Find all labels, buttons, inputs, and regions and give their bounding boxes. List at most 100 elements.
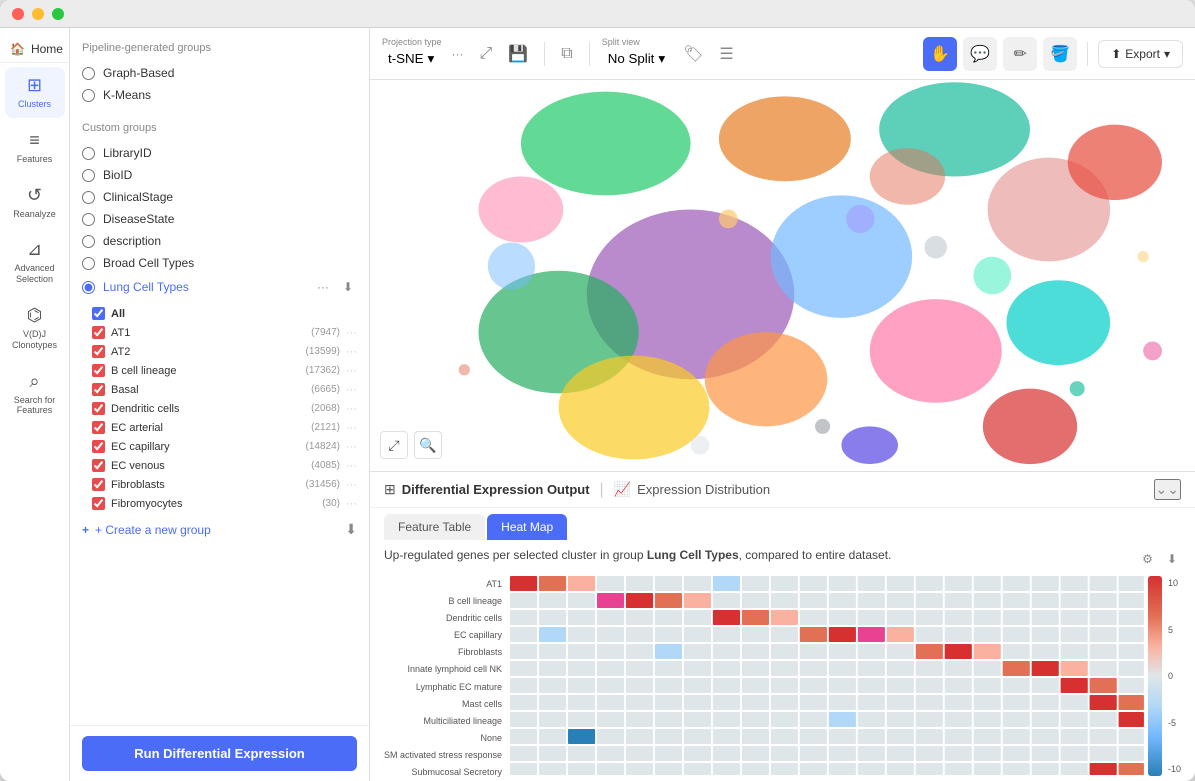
heatmap-header: Up-regulated genes per selected cluster … [384,548,1181,570]
label-submucosal: Submucosal Secretory [384,768,502,777]
fibromyocytes-options[interactable]: ··· [346,498,357,510]
nav-features[interactable]: ≡ Features [5,122,65,173]
group-download-btn[interactable]: ⬇ [339,278,357,296]
dendritic-cells-count: (2068) [311,403,340,414]
label-lymphatic: Lymphatic EC mature [384,683,502,692]
create-group-btn[interactable]: + + Create a new group ⬇ [82,513,357,546]
draw-tool-btn[interactable]: ✏ [1003,37,1037,71]
projection-dropdown[interactable]: t-SNE ▾ [382,47,442,71]
at2-checkbox[interactable] [92,345,105,358]
heatmap-legend: 10 5 0 -5 -10 [1148,576,1181,781]
create-group-download-icon[interactable]: ⬇ [345,521,357,538]
save-view-btn[interactable]: 💾 [504,42,532,66]
broad-cell-types-option[interactable]: Broad Cell Types [82,252,357,274]
heatmap-svg-container [510,576,1144,781]
k-means-radio[interactable] [82,89,95,102]
run-diff-expr-button[interactable]: Run Differential Expression [82,736,357,771]
basal-options[interactable]: ··· [346,384,357,396]
diseasestate-option[interactable]: DiseaseState [82,208,357,230]
sidebar-scroll-content: Pipeline-generated groups Graph-Based K-… [70,28,369,725]
fill-tool-btn[interactable]: 🪣 [1043,37,1077,71]
heat-map-tab[interactable]: Heat Map [487,514,567,540]
libraryid-option[interactable]: LibraryID [82,142,357,164]
at1-checkbox[interactable] [92,326,105,339]
legend-neg5-label: -5 [1168,718,1181,728]
ec-arterial-count: (2121) [311,422,340,433]
export-btn[interactable]: ⬆ Export ▾ [1098,40,1183,68]
create-group-label: + Create a new group [95,523,211,537]
comment-tool-btn[interactable]: 💬 [963,37,997,71]
graph-based-radio[interactable] [82,67,95,80]
copy-btn[interactable]: ⧉ [557,43,576,65]
nav-advanced-selection[interactable]: ⊿ Advanced Selection [5,231,65,293]
description-option[interactable]: description [82,230,357,252]
fibromyocytes-checkbox[interactable] [92,497,105,510]
ec-arterial-checkbox[interactable] [92,421,105,434]
label-b-cell: B cell lineage [384,597,502,606]
clinicalstage-option[interactable]: ClinicalStage [82,186,357,208]
ec-venous-options[interactable]: ··· [346,460,357,472]
split-dropdown[interactable]: No Split ▾ [602,47,671,71]
basal-count: (6665) [311,384,340,395]
ec-capillary-checkbox[interactable] [92,440,105,453]
libraryid-radio[interactable] [82,147,95,160]
at2-options[interactable]: ··· [346,346,357,358]
nav-search-features[interactable]: ⌕ Search for Features [5,363,65,425]
broad-cell-radio[interactable] [82,257,95,270]
diseasestate-radio[interactable] [82,213,95,226]
k-means-option[interactable]: K-Means [82,84,357,106]
description-label: description [103,234,161,248]
fibroblasts-options[interactable]: ··· [346,479,357,491]
close-button[interactable] [12,8,24,20]
expand-plot-btn[interactable]: ⤢ [380,431,408,459]
home-nav-item[interactable]: 🏠 Home [0,36,69,63]
lung-cell-types-radio[interactable] [82,281,95,294]
basal-checkbox[interactable] [92,383,105,396]
tsne-plot[interactable] [370,80,1195,471]
label-dendritic: Dendritic cells [384,614,502,623]
tag-btn[interactable]: 🏷 [679,42,707,66]
legend-0-label: 0 [1168,671,1181,681]
heatmap-download-btn[interactable]: ⬇ [1163,550,1181,568]
search-plot-btn[interactable]: 🔍 [414,431,442,459]
heatmap-settings-btn[interactable]: ⚙ [1138,550,1157,568]
select-tool-btn[interactable]: ✋ [923,37,957,71]
b-cell-lineage-count: (17362) [306,365,340,376]
split-value: No Split [608,51,655,66]
nav-vdj[interactable]: ⌬ V(D)J Clonotypes [5,297,65,359]
diff-expr-icon: ⊞ [384,481,396,498]
all-checkbox[interactable] [92,307,105,320]
b-cell-lineage-options[interactable]: ··· [346,365,357,377]
projection-label: Projection type [382,37,442,47]
titlebar [0,0,1195,28]
minimize-button[interactable] [32,8,44,20]
menu-btn[interactable]: ☰ [715,42,737,66]
advanced-label: Advanced Selection [11,263,59,285]
expand-view-btn[interactable]: ⤢ [476,43,497,65]
clinicalstage-radio[interactable] [82,191,95,204]
ec-capillary-options[interactable]: ··· [346,441,357,453]
fibroblasts-checkbox[interactable] [92,478,105,491]
dendritic-cells-checkbox[interactable] [92,402,105,415]
nav-clusters[interactable]: ⊞ Clusters [5,67,65,118]
nav-reanalyze[interactable]: ↺ Reanalyze [5,177,65,228]
label-multiciliated: Multiciliated lineage [384,717,502,726]
maximize-button[interactable] [52,8,64,20]
group-options-btn[interactable]: ··· [313,278,333,296]
graph-based-option[interactable]: Graph-Based [82,62,357,84]
at2-item: AT2 (13599) ··· [92,342,357,361]
ec-venous-checkbox[interactable] [92,459,105,472]
feature-table-tab[interactable]: Feature Table [384,514,485,540]
description-radio[interactable] [82,235,95,248]
b-cell-lineage-item: B cell lineage (17362) ··· [92,361,357,380]
proj-options-btn[interactable]: ··· [448,45,468,63]
collapse-panel-btn[interactable]: ⌄⌄ [1154,479,1181,500]
projection-group: Projection type t-SNE ▾ ··· [382,37,468,71]
bioid-radio[interactable] [82,169,95,182]
at1-options[interactable]: ··· [346,327,357,339]
zoom-controls: ⤢ 🔍 [380,431,442,459]
ec-arterial-options[interactable]: ··· [346,422,357,434]
b-cell-lineage-checkbox[interactable] [92,364,105,377]
dendritic-cells-options[interactable]: ··· [346,403,357,415]
bioid-option[interactable]: BioID [82,164,357,186]
